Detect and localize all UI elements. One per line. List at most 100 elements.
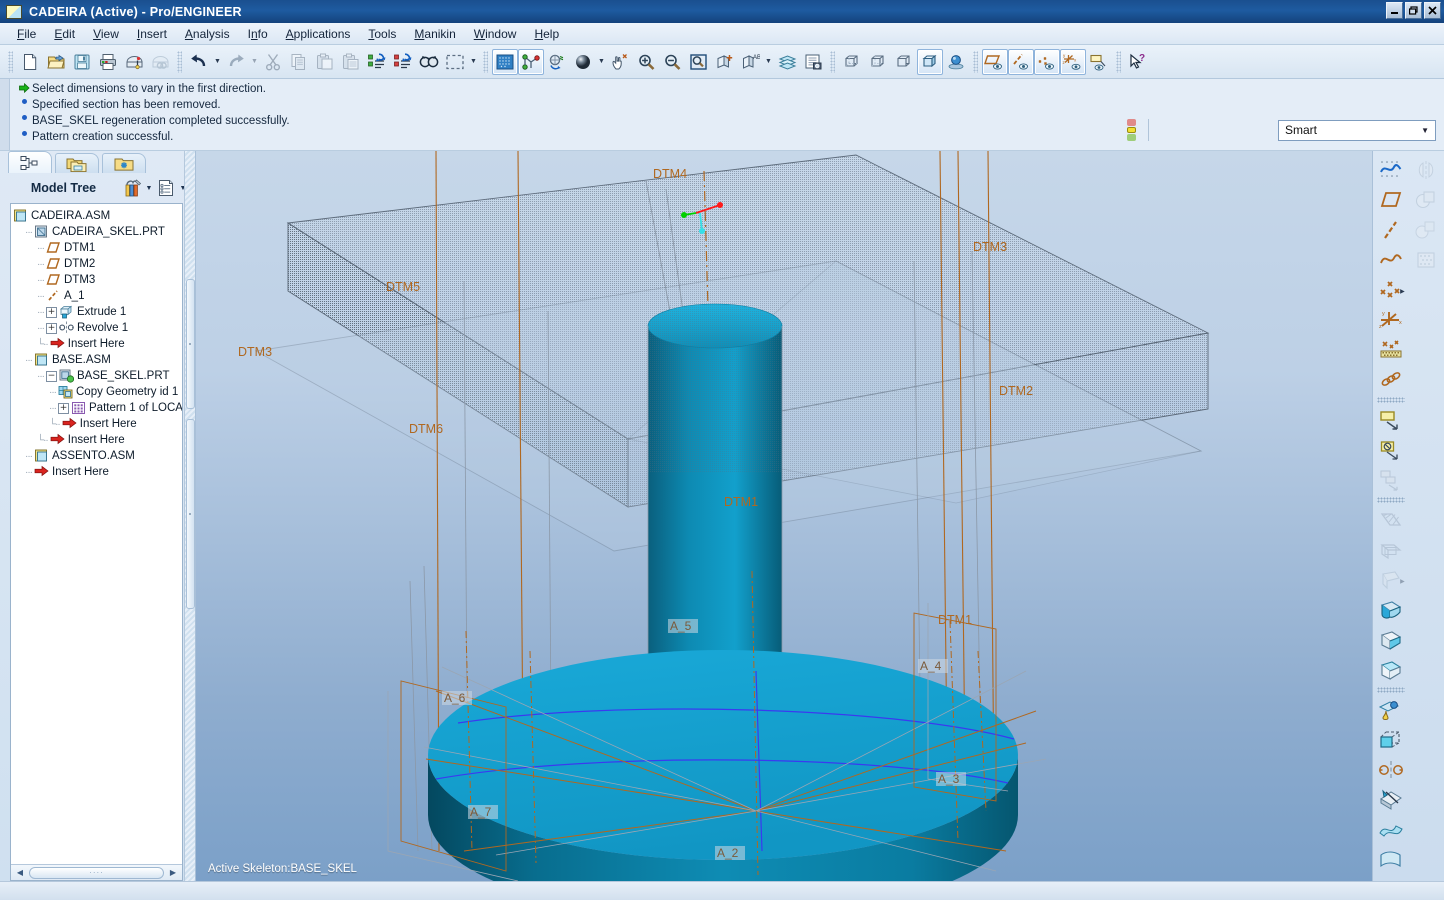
orientation-icon[interactable] <box>544 49 570 75</box>
scroll-right-arrow-icon[interactable]: ▶ <box>166 868 180 877</box>
menu-edit[interactable]: Edit <box>45 25 84 43</box>
datum-plane-icon[interactable] <box>1376 185 1406 215</box>
annotation-display-icon[interactable] <box>1086 49 1112 75</box>
menu-info[interactable]: Info <box>239 25 277 43</box>
datum-point-display-icon[interactable] <box>1034 48 1060 75</box>
tree-node[interactable]: ··· CADEIRA_SKEL.PRT <box>13 224 182 240</box>
tree-settings-dropdown-icon[interactable]: ▼ <box>143 185 155 192</box>
datum-curve-icon[interactable] <box>1376 245 1406 275</box>
chamfer-icon[interactable] <box>1376 625 1406 655</box>
hidden-line-icon[interactable] <box>865 49 891 75</box>
open-file-icon[interactable] <box>43 49 69 75</box>
flyout-arrow-icon[interactable]: ▶ <box>1400 578 1405 585</box>
revolve-tool-icon[interactable] <box>1376 435 1406 465</box>
tree-collapse-icon[interactable]: − <box>46 370 57 382</box>
tree-node[interactable]: ··· DTM2 <box>13 256 182 272</box>
wireframe-icon[interactable] <box>839 49 865 75</box>
tree-horizontal-scrollbar[interactable]: ◀ ···· ▶ <box>11 864 182 880</box>
zoom-out-icon[interactable] <box>659 49 685 75</box>
datum-point-field-icon[interactable] <box>1376 335 1406 365</box>
undo-icon[interactable] <box>186 49 212 75</box>
tree-node[interactable]: └·· Insert Here <box>13 432 182 448</box>
undo-dropdown-icon[interactable]: ▼ <box>212 49 223 75</box>
mirror-tool-icon[interactable] <box>1376 755 1406 785</box>
minimize-button[interactable] <box>1386 2 1403 19</box>
tree-node[interactable]: CADEIRA.ASM <box>13 208 182 224</box>
auto-round-icon[interactable] <box>1376 655 1406 685</box>
print-icon[interactable] <box>95 49 121 75</box>
tree-settings-icon[interactable] <box>121 177 143 199</box>
regenerate-auto-icon[interactable] <box>390 49 416 75</box>
trim-surface-icon[interactable] <box>1376 785 1406 815</box>
datum-axis-icon[interactable] <box>1376 215 1406 245</box>
saved-view-icon[interactable] <box>711 49 737 75</box>
toolbar-grip[interactable] <box>483 50 488 73</box>
model-tree-box[interactable]: CADEIRA.ASM ··· CADEIRA_SKEL.PRT ··· DTM1 ···… <box>10 203 183 881</box>
spin-center-icon[interactable] <box>518 48 544 75</box>
toolbar-grip[interactable] <box>830 50 835 73</box>
shading-sphere-icon[interactable] <box>570 49 596 75</box>
menu-applications[interactable]: Applications <box>277 25 360 43</box>
sketch-curve-icon[interactable] <box>1376 155 1406 185</box>
send-mail-icon[interactable] <box>121 49 147 75</box>
view-manager-icon[interactable] <box>800 49 826 75</box>
restore-button[interactable] <box>1405 2 1422 19</box>
zoom-in-icon[interactable] <box>633 49 659 75</box>
model-tree-tab[interactable] <box>8 151 52 173</box>
menu-analysis[interactable]: Analysis <box>176 25 239 43</box>
tree-node[interactable]: └·· Insert Here <box>13 336 182 352</box>
datum-csys-icon[interactable]: y z x <box>1376 305 1406 335</box>
tree-expand-icon[interactable]: + <box>58 402 69 414</box>
tree-expand-icon[interactable]: + <box>46 322 57 334</box>
new-file-icon[interactable] <box>17 49 43 75</box>
graphics-viewport[interactable]: DTM4 DTM3 DTM5 DTM3 DTM2 DTM6 DTM1 DTM1 … <box>196 151 1372 881</box>
offset-surface-icon[interactable] <box>1376 845 1406 875</box>
toolbar-grip[interactable] <box>8 50 13 73</box>
selection-filter-dropdown[interactable]: Smart ▼ <box>1278 119 1436 141</box>
tree-node[interactable]: └·· Insert Here <box>13 416 182 432</box>
menu-tools[interactable]: Tools <box>359 25 405 43</box>
datum-csys-display-icon[interactable]: yzx <box>1060 48 1086 75</box>
datum-axis-display-icon[interactable] <box>1008 48 1034 75</box>
navigator-splitter[interactable] <box>184 151 195 881</box>
select-dropdown-icon[interactable]: ▼ <box>468 49 479 75</box>
appearance-dropdown-icon[interactable]: ▼ <box>596 49 607 75</box>
refit-icon[interactable] <box>685 49 711 75</box>
tree-node[interactable]: ···+ Pattern 1 of LOCAL_GR <box>13 400 182 416</box>
tree-node[interactable]: ··· Copy Geometry id 1 <box>13 384 182 400</box>
regenerate-icon[interactable] <box>364 49 390 75</box>
tree-expand-icon[interactable]: + <box>46 306 57 318</box>
menu-window[interactable]: Window <box>465 25 526 43</box>
paint-appearance-icon[interactable] <box>1376 695 1406 725</box>
annotation-dropdown-icon[interactable]: ▼ <box>763 49 774 75</box>
toolbar-grip[interactable] <box>973 50 978 73</box>
scroll-thumb[interactable]: ···· <box>29 866 164 879</box>
save-icon[interactable] <box>69 49 95 75</box>
traffic-light-icon[interactable] <box>1124 119 1138 141</box>
context-help-icon[interactable]: ? <box>1125 49 1151 75</box>
datum-point-icon[interactable]: ▶ <box>1376 275 1406 305</box>
datum-ref-icon[interactable] <box>1376 365 1406 395</box>
tree-node[interactable]: ··· − BASE_SKEL.PRT <box>13 368 182 384</box>
close-button[interactable] <box>1424 2 1441 19</box>
annotation-icon[interactable]: AB <box>737 49 763 75</box>
tree-node[interactable]: ··· + Extrude 1 <box>13 304 182 320</box>
round-icon[interactable] <box>1376 595 1406 625</box>
toolbar-grip[interactable] <box>1116 50 1121 73</box>
render-icon[interactable] <box>943 49 969 75</box>
merge-surface-icon[interactable] <box>1376 815 1406 845</box>
tree-node[interactable]: ··· A_1 <box>13 288 182 304</box>
tree-node[interactable]: ··· Insert Here <box>13 464 182 480</box>
folder-browser-tab[interactable] <box>55 153 99 173</box>
toolbar-grip[interactable] <box>177 50 182 73</box>
tree-node[interactable]: ··· ASSENTO.ASM <box>13 448 182 464</box>
scroll-left-arrow-icon[interactable]: ◀ <box>13 868 27 877</box>
shading-icon[interactable] <box>917 48 943 75</box>
repaint-icon[interactable] <box>492 48 518 75</box>
menu-help[interactable]: Help <box>525 25 568 43</box>
tree-node[interactable]: ··· + Revolve 1 <box>13 320 182 336</box>
extrude-tool-icon[interactable] <box>1376 405 1406 435</box>
menu-view[interactable]: View <box>84 25 128 43</box>
menu-manikin[interactable]: Manikin <box>405 25 464 43</box>
select-box-icon[interactable] <box>442 49 468 75</box>
